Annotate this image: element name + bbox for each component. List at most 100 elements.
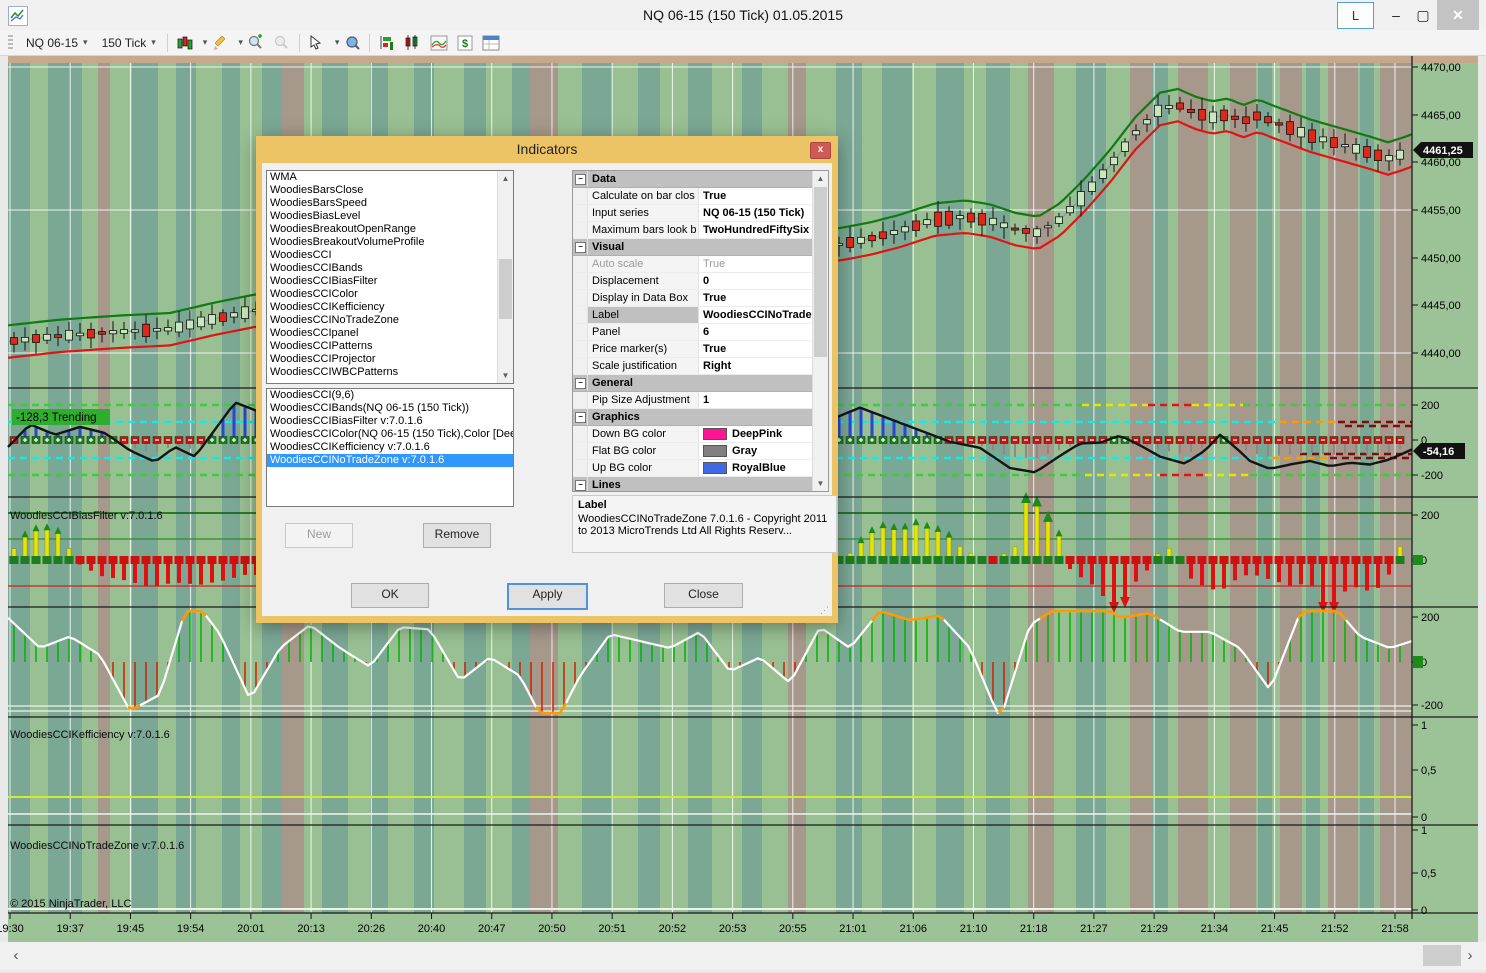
property-section-row[interactable]: −Graphics xyxy=(573,409,828,426)
close-button[interactable]: ✕ xyxy=(1437,0,1479,30)
data-grid-button[interactable] xyxy=(481,34,501,52)
property-value[interactable]: TwoHundredFiftySix xyxy=(699,222,828,238)
property-row[interactable]: Input seriesNQ 06-15 (150 Tick) xyxy=(573,205,828,222)
account-dollar-button[interactable]: $ xyxy=(455,34,475,52)
scroll-up-icon[interactable]: ▲ xyxy=(498,171,513,186)
minimize-button[interactable]: – xyxy=(1383,0,1409,30)
scrollbar-thumb[interactable] xyxy=(499,259,512,319)
scroll-left-icon[interactable]: ‹ xyxy=(4,942,28,970)
configured-indicator-item[interactable]: WoodiesCCIColor(NQ 06-15 (150 Tick),Colo… xyxy=(267,428,513,441)
property-value[interactable]: RoyalBlue xyxy=(699,460,828,476)
collapse-icon[interactable]: − xyxy=(575,378,586,389)
property-row[interactable]: Up BG colorRoyalBlue xyxy=(573,460,828,477)
indicator-available-list[interactable]: WMAWoodiesBarsCloseWoodiesBarsSpeedWoodi… xyxy=(266,170,514,384)
indicator-list-item[interactable]: WoodiesBreakoutVolumeProfile xyxy=(267,236,513,249)
instrument-selector[interactable]: NQ 06-15 ▾ xyxy=(19,34,95,52)
maximize-button[interactable]: ▢ xyxy=(1410,0,1436,30)
configured-indicator-item[interactable]: WoodiesCCINoTradeZone v:7.0.1.6 xyxy=(267,454,513,467)
property-value[interactable]: True xyxy=(699,341,828,357)
property-row[interactable]: Display in Data BoxTrue xyxy=(573,290,828,307)
dialog-close-icon[interactable]: x xyxy=(810,142,831,159)
property-row[interactable]: Flat BG colorGray xyxy=(573,443,828,460)
chevron-down-icon[interactable]: ▾ xyxy=(238,37,243,48)
bar-style-button[interactable] xyxy=(175,34,195,52)
data-box-button[interactable] xyxy=(342,34,362,52)
property-value[interactable]: NQ 06-15 (150 Tick) xyxy=(699,205,828,221)
indicator-list-item[interactable]: WoodiesCCIColor xyxy=(267,288,513,301)
property-section-row[interactable]: −Data xyxy=(573,171,828,188)
property-row[interactable]: Price marker(s)True xyxy=(573,341,828,358)
new-button[interactable]: New xyxy=(285,523,353,548)
indicator-list-item[interactable]: WoodiesCCIProjector xyxy=(267,353,513,366)
property-section-row[interactable]: −General xyxy=(573,375,828,392)
indicator-list-item[interactable]: WoodiesBiasLevel xyxy=(267,210,513,223)
property-value[interactable]: Right xyxy=(699,358,828,374)
property-row[interactable]: Auto scaleTrue xyxy=(573,256,828,273)
remove-button[interactable]: Remove xyxy=(423,523,491,548)
configured-indicator-item[interactable]: WoodiesCCIBands(NQ 06-15 (150 Tick)) xyxy=(267,402,513,415)
toolbar-grip[interactable] xyxy=(8,35,13,51)
chart-label-button[interactable]: L xyxy=(1337,2,1374,29)
property-grid[interactable]: −DataCalculate on bar closTrueInput seri… xyxy=(572,170,829,492)
chart-style-button[interactable] xyxy=(403,34,423,52)
collapse-icon[interactable]: − xyxy=(575,480,586,491)
property-row[interactable]: Down BG colorDeepPink xyxy=(573,426,828,443)
collapse-icon[interactable]: − xyxy=(575,412,586,423)
cursor-tool-button[interactable] xyxy=(307,34,327,52)
property-value[interactable]: True xyxy=(699,188,828,204)
horizontal-scrollbar[interactable]: ‹ › xyxy=(0,942,1486,970)
chevron-down-icon[interactable]: ▾ xyxy=(335,37,340,48)
list-scrollbar[interactable]: ▲ ▼ xyxy=(497,171,513,383)
indicator-list-item[interactable]: WoodiesBreakoutOpenRange xyxy=(267,223,513,236)
scroll-up-icon[interactable]: ▲ xyxy=(813,171,828,186)
property-row[interactable]: Calculate on bar closTrue xyxy=(573,188,828,205)
close-dialog-button[interactable]: Close xyxy=(664,583,743,608)
ok-button[interactable]: OK xyxy=(351,583,429,608)
collapse-icon[interactable]: − xyxy=(575,174,586,185)
property-value[interactable]: DeepPink xyxy=(699,426,828,442)
chevron-down-icon[interactable]: ▾ xyxy=(203,37,208,48)
property-value[interactable]: Gray xyxy=(699,443,828,459)
property-value[interactable]: True xyxy=(699,256,828,272)
property-value[interactable]: 0 xyxy=(699,273,828,289)
configured-indicator-item[interactable]: WoodiesCCIBiasFilter v:7.0.1.6 xyxy=(267,415,513,428)
grid-scrollbar[interactable]: ▲ ▼ xyxy=(812,171,828,491)
zoom-in-button[interactable] xyxy=(246,34,266,52)
scroll-right-icon[interactable]: › xyxy=(1458,942,1482,970)
property-row[interactable]: Panel6 xyxy=(573,324,828,341)
indicator-list-item[interactable]: WoodiesBarsSpeed xyxy=(267,197,513,210)
indicators-button[interactable] xyxy=(377,34,397,52)
property-row[interactable]: Pip Size Adjustment1 xyxy=(573,392,828,409)
property-row[interactable]: Scale justificationRight xyxy=(573,358,828,375)
scroll-down-icon[interactable]: ▼ xyxy=(498,368,513,383)
scroll-down-icon[interactable]: ▼ xyxy=(813,476,828,491)
property-row[interactable]: LabelWoodiesCCINoTrade xyxy=(573,307,828,324)
zoom-out-button[interactable] xyxy=(272,34,292,52)
scrollbar-thumb[interactable] xyxy=(1423,945,1461,966)
apply-button[interactable]: Apply xyxy=(507,583,588,610)
resize-grip-icon[interactable]: ⋰ xyxy=(820,605,830,615)
property-section-row[interactable]: −Lines xyxy=(573,477,828,492)
indicator-configured-list[interactable]: WoodiesCCI(9,6)WoodiesCCIBands(NQ 06-15 … xyxy=(266,388,514,507)
property-row[interactable]: Maximum bars look bTwoHundredFiftySix xyxy=(573,222,828,239)
property-value[interactable]: True xyxy=(699,290,828,306)
interval-selector[interactable]: 150 Tick ▾ xyxy=(95,34,163,52)
property-value[interactable]: WoodiesCCINoTrade xyxy=(699,307,828,323)
property-value[interactable]: 1 xyxy=(699,392,828,408)
indicator-list-item[interactable]: WoodiesCCIWBCPatterns xyxy=(267,366,513,379)
indicator-list-item[interactable]: WoodiesBarsClose xyxy=(267,184,513,197)
configured-indicator-item[interactable]: WoodiesCCI(9,6) xyxy=(267,389,513,402)
scrollbar-thumb[interactable] xyxy=(814,187,827,357)
indicator-list-item[interactable]: WoodiesCCINoTradeZone xyxy=(267,314,513,327)
chart-template-button[interactable] xyxy=(429,34,449,52)
property-section-row[interactable]: −Visual xyxy=(573,239,828,256)
indicator-list-item[interactable]: WoodiesCCIPatterns xyxy=(267,340,513,353)
indicator-list-item[interactable]: WoodiesCCIBiasFilter xyxy=(267,275,513,288)
indicator-list-item[interactable]: WoodiesCCIBands xyxy=(267,262,513,275)
property-row[interactable]: Displacement0 xyxy=(573,273,828,290)
indicator-list-item[interactable]: WoodiesCCIKefficiency xyxy=(267,301,513,314)
property-value[interactable]: 6 xyxy=(699,324,828,340)
indicator-list-item[interactable]: WoodiesCCIpanel xyxy=(267,327,513,340)
collapse-icon[interactable]: − xyxy=(575,242,586,253)
indicator-list-item[interactable]: WMA xyxy=(267,171,513,184)
